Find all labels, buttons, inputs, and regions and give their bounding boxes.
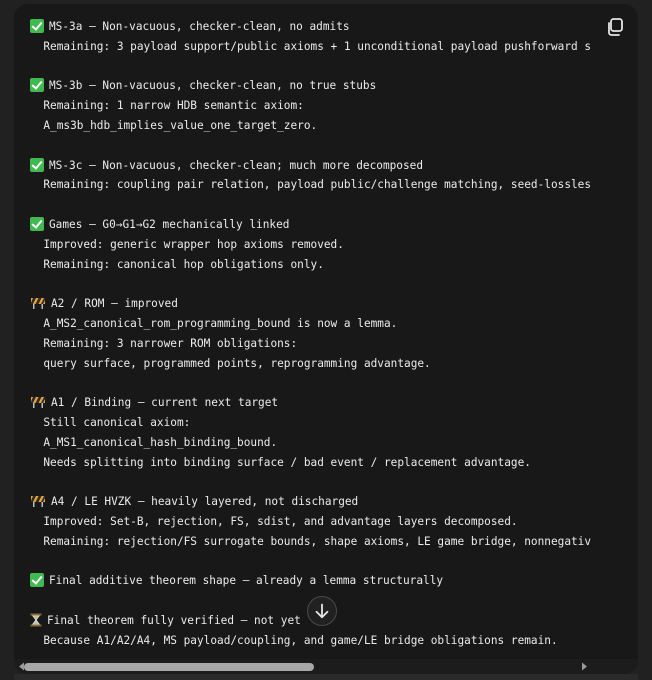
status-detail-line: Because A1/A2/A4, MS payload/coupling, a… — [30, 631, 605, 651]
status-heading-text: A1 / Binding — current next target — [51, 396, 279, 410]
status-heading-text: MS-3b — Non-vacuous, checker-clean, no t… — [49, 79, 377, 93]
status-heading: Final additive theorem shape — already a… — [30, 571, 605, 591]
code-scroll-area[interactable]: MS-3a — Non-vacuous, checker-clean, no a… — [14, 4, 638, 656]
status-heading: A4 / LE HVZK — heavily layered, not disc… — [30, 492, 605, 512]
status-detail-line: Remaining: rejection/FS surrogate bounds… — [30, 532, 605, 552]
status-detail-text: Remaining: canonical hop obligations onl… — [43, 257, 324, 271]
status-heading-text: A4 / LE HVZK — heavily layered, not disc… — [51, 495, 359, 509]
copy-button[interactable] — [604, 16, 626, 38]
status-detail-text: Remaining: rejection/FS surrogate bounds… — [43, 534, 592, 548]
scroll-to-bottom-button[interactable] — [307, 596, 337, 626]
status-detail-line: A_MS1_canonical_hash_binding_bound. — [30, 433, 605, 453]
status-detail-line: Remaining: 1 narrow HDB semantic axiom: — [30, 96, 605, 116]
status-heading-text: Games — G0→G1→G2 mechanically linked — [49, 217, 290, 231]
status-detail-text: A_MS2_canonical_rom_programming_bound is… — [43, 316, 398, 330]
status-detail-line: Improved: Set-B, rejection, FS, sdist, a… — [30, 512, 605, 532]
status-detail-text: Still canonical axiom: — [43, 415, 191, 429]
status-heading: A2 / ROM — improved — [30, 294, 605, 314]
status-detail-text: A_MS1_canonical_hash_binding_bound. — [43, 435, 278, 449]
status-heading-text: Final theorem fully verified — not yet — [47, 613, 301, 627]
status-detail-line: Remaining: canonical hop obligations onl… — [30, 255, 605, 275]
status-heading-text: A2 / ROM — improved — [51, 297, 178, 311]
status-detail-line: Still canonical axiom: — [30, 413, 605, 433]
construction-barrier-icon — [30, 395, 46, 409]
code-block-panel: MS-3a — Non-vacuous, checker-clean, no a… — [14, 4, 638, 674]
status-detail-line: Remaining: 3 narrower ROM obligations: — [30, 334, 605, 354]
scrollbar-thumb[interactable] — [24, 663, 314, 671]
check-mark-icon — [30, 19, 44, 33]
status-detail-line: Remaining: coupling pair relation, paylo… — [30, 175, 605, 195]
horizontal-scrollbar[interactable] — [14, 659, 638, 674]
check-mark-icon — [30, 157, 44, 172]
construction-barrier-icon — [30, 296, 46, 310]
status-detail-text: Remaining: 3 payload support/public axio… — [43, 39, 592, 53]
status-heading: MS-3b — Non-vacuous, checker-clean, no t… — [30, 76, 605, 96]
arrow-down-icon — [315, 603, 329, 619]
message-composer-edge — [14, 674, 638, 680]
hourglass-icon — [30, 613, 42, 627]
check-mark-icon — [30, 78, 44, 93]
status-detail-line: A_MS2_canonical_rom_programming_bound is… — [30, 314, 605, 334]
status-heading: Games — G0→G1→G2 mechanically linked — [30, 215, 605, 235]
status-heading-text: MS-3c — Non-vacuous, checker-clean; much… — [49, 158, 424, 172]
copy-icon — [608, 18, 623, 36]
status-detail-text: query surface, programmed points, reprog… — [43, 356, 431, 370]
check-mark-icon — [30, 573, 44, 588]
status-detail-text: Improved: Set-B, rejection, FS, sdist, a… — [43, 514, 518, 528]
status-heading-text: MS-3a — Non-vacuous, checker-clean, no a… — [49, 20, 350, 33]
status-detail-text: Remaining: 1 narrow HDB semantic axiom: — [43, 99, 304, 113]
status-detail-text: A_ms3b_hdb_implies_value_one_target_zero… — [43, 118, 318, 132]
status-detail-line: Improved: generic wrapper hop axioms rem… — [30, 235, 605, 255]
status-detail-line: Needs splitting into binding surface / b… — [30, 453, 605, 473]
status-detail-line: Remaining: 3 payload support/public axio… — [30, 37, 605, 57]
scroll-right-button[interactable] — [576, 659, 592, 674]
status-detail-line: A_ms3b_hdb_implies_value_one_target_zero… — [30, 116, 605, 136]
triangle-right-icon — [582, 662, 587, 671]
status-detail-line: query surface, programmed points, reprog… — [30, 354, 605, 374]
status-heading: MS-3c — Non-vacuous, checker-clean; much… — [30, 156, 605, 176]
check-mark-icon — [30, 216, 44, 231]
status-heading: A1 / Binding — current next target — [30, 393, 605, 413]
status-detail-text: Remaining: coupling pair relation, paylo… — [43, 178, 592, 192]
status-detail-text: Improved: generic wrapper hop axioms rem… — [43, 237, 344, 251]
construction-barrier-icon — [30, 494, 46, 508]
status-detail-text: Needs splitting into binding surface / b… — [43, 455, 531, 469]
status-heading-text: Final additive theorem shape — already a… — [49, 574, 444, 588]
code-content: MS-3a — Non-vacuous, checker-clean, no a… — [30, 17, 605, 651]
status-heading: MS-3a — Non-vacuous, checker-clean, no a… — [30, 17, 605, 37]
status-detail-text: Because A1/A2/A4, MS payload/coupling, a… — [43, 633, 558, 647]
status-detail-text: Remaining: 3 narrower ROM obligations: — [43, 336, 298, 350]
